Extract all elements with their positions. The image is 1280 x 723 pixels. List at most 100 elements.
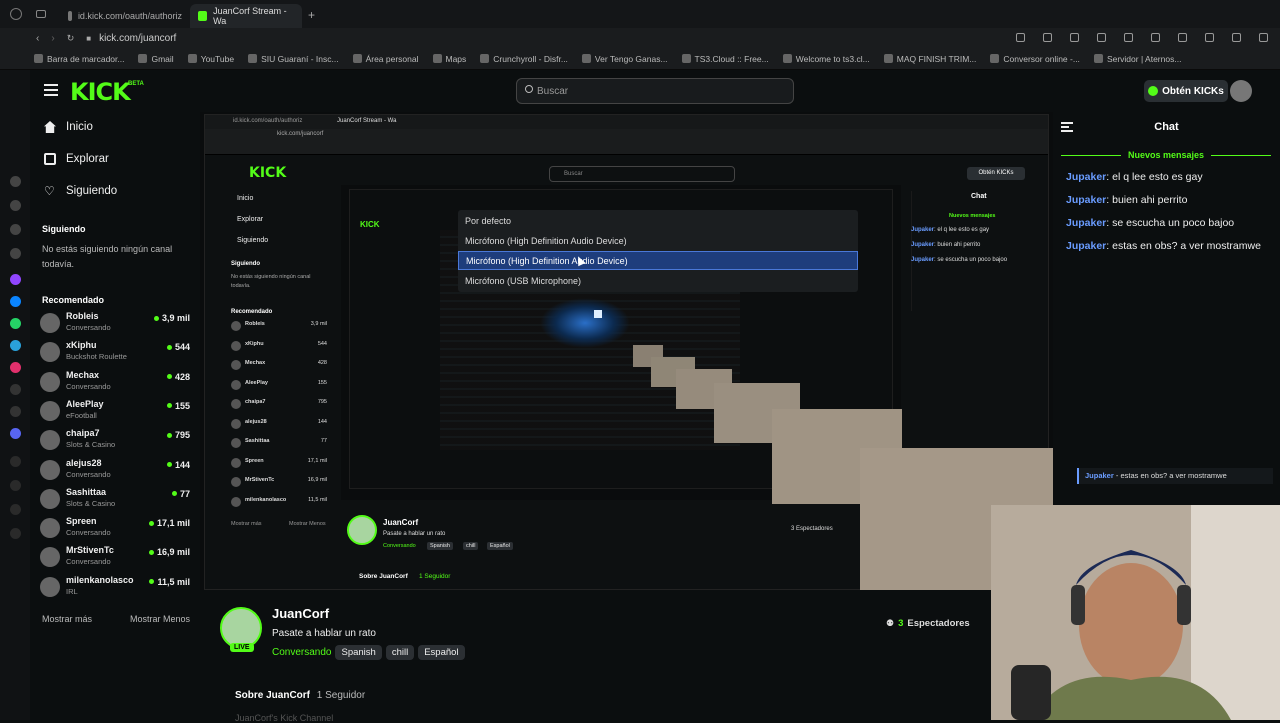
bookmark-item[interactable]: Servidor | Aternos...	[1093, 54, 1181, 64]
whatsapp-icon[interactable]	[10, 318, 21, 329]
reload-icon[interactable]: ↻	[67, 33, 75, 44]
streamer-name[interactable]: JuanCorf	[272, 606, 329, 621]
nav-home[interactable]: Inicio	[44, 121, 93, 133]
search-input[interactable]: Buscar	[516, 78, 794, 104]
extension-icon[interactable]	[1016, 33, 1025, 42]
menu-icon[interactable]	[1259, 33, 1268, 42]
bookmark-item[interactable]: SIU Guaraní - Insc...	[248, 54, 339, 64]
recommended-channel[interactable]: milenkanolasco IRL 11,5 mil	[40, 575, 190, 603]
bookmark-item[interactable]: TS3.Cloud :: Free...	[681, 54, 769, 64]
messenger-icon[interactable]	[10, 296, 21, 307]
recommended-channel[interactable]: Mechax Conversando 428	[40, 370, 190, 398]
user-avatar[interactable]	[1230, 80, 1252, 102]
app-icon[interactable]	[10, 456, 21, 467]
stream-category[interactable]: Conversando	[272, 647, 331, 658]
chat-username[interactable]: Jupaker	[1066, 194, 1106, 206]
tag-chill[interactable]: chill	[385, 645, 415, 660]
live-dot-icon	[153, 315, 159, 321]
live-dot-icon	[166, 403, 172, 409]
twitch-icon[interactable]	[10, 274, 21, 285]
url-field[interactable]: kick.com/juancorf	[99, 33, 176, 44]
nav-explore[interactable]: Explorar	[44, 153, 109, 165]
tiktok-icon[interactable]	[10, 384, 21, 395]
bookmark-item[interactable]: Crunchyroll - Disfr...	[480, 54, 568, 64]
chat-username[interactable]: Jupaker	[1066, 240, 1106, 252]
show-more-button[interactable]: Mostrar más	[42, 614, 92, 624]
app-icon[interactable]	[10, 224, 21, 235]
bookmark-item[interactable]: Ver Tengo Ganas...	[581, 54, 668, 64]
tag-espanol[interactable]: Español	[418, 645, 465, 660]
chat-title: Chat	[1154, 121, 1179, 133]
bookmark-item[interactable]: Maps	[432, 54, 466, 64]
channel-avatar	[40, 313, 60, 333]
kick-logo[interactable]: KICK	[70, 78, 131, 106]
nav-following[interactable]: ♡ Siguiendo	[44, 185, 117, 197]
settings-icon[interactable]	[10, 528, 21, 539]
instagram-icon[interactable]	[10, 362, 21, 373]
recommended-channel[interactable]: Sashittaa Slots & Casino 77	[40, 487, 190, 515]
new-messages-divider: Nuevos mensajes	[1061, 150, 1271, 162]
hamburger-menu-icon[interactable]	[44, 84, 58, 96]
extension-icon[interactable]	[1043, 33, 1052, 42]
discord-icon[interactable]	[10, 428, 21, 439]
extensions-icon[interactable]	[1151, 33, 1160, 42]
heart-icon[interactable]	[1124, 33, 1133, 42]
video-player[interactable]: id.kick.com/oauth/authoriz JuanCorf Stre…	[200, 112, 1053, 590]
app-icon[interactable]	[10, 248, 21, 259]
new-tab-button[interactable]: +	[308, 8, 315, 22]
microphone-option[interactable]: Micrófono (High Definition Audio Device)	[458, 251, 858, 270]
telegram-icon[interactable]	[10, 340, 21, 351]
recommended-channel[interactable]: MrStivenTc Conversando 16,9 mil	[40, 545, 190, 573]
sidebar-app-strip	[0, 70, 30, 720]
show-less-button[interactable]: Mostrar Menos	[130, 614, 190, 624]
microphone-option[interactable]: Por defecto	[458, 211, 858, 230]
about-subtitle: JuanCorf's Kick Channel	[235, 713, 334, 723]
tab-oauth[interactable]: id.kick.com/oauth/authoriz	[60, 4, 190, 28]
bookmark-icon	[352, 54, 362, 63]
play-icon[interactable]	[1097, 33, 1106, 42]
bookmark-item[interactable]: Área personal	[352, 54, 419, 64]
ai-icon[interactable]	[1232, 33, 1241, 42]
browser-menu-icon[interactable]	[10, 8, 22, 20]
app-icon[interactable]	[10, 176, 21, 187]
bookmark-item[interactable]: Barra de marcador...	[34, 54, 124, 64]
x-icon[interactable]	[10, 406, 21, 417]
download-icon[interactable]	[1205, 33, 1214, 42]
get-kicks-button[interactable]: Obtén KICKs	[1144, 80, 1228, 102]
channel-avatar	[40, 488, 60, 509]
microphone-dropdown[interactable]: Por defecto Micrófono (High Definition Au…	[458, 210, 858, 292]
bookmark-icon	[1093, 54, 1103, 63]
webcam-overlay	[991, 505, 1280, 720]
recommended-channel[interactable]: Robleis Conversando 3,9 mil	[40, 311, 190, 339]
tag-spanish[interactable]: Spanish	[335, 645, 382, 660]
extension-icon[interactable]	[1070, 33, 1079, 42]
chat-username[interactable]: Jupaker	[1066, 217, 1106, 229]
forward-icon[interactable]: ›	[51, 33, 54, 44]
bookmark-icon	[681, 54, 691, 63]
tab-actions-icon[interactable]	[36, 10, 46, 18]
recommended-channel[interactable]: AleePlay eFootball 155	[40, 399, 190, 427]
microphone-option[interactable]: Micrófono (High Definition Audio Device)	[458, 231, 858, 250]
bookmark-item[interactable]: Welcome to ts3.cl...	[782, 54, 870, 64]
microphone-option[interactable]: Micrófono (USB Microphone)	[458, 271, 858, 290]
live-dot-icon	[149, 579, 155, 585]
bookmark-item[interactable]: MAQ FINISH TRIM...	[883, 54, 976, 64]
tab-juancorf-stream[interactable]: JuanCorf Stream - Wa	[190, 4, 302, 28]
bookmark-item[interactable]: Conversor online -...	[990, 54, 1080, 64]
channel-avatar	[40, 547, 60, 568]
chat-username[interactable]: Jupaker	[1066, 171, 1106, 183]
bookmark-item[interactable]: Gmail	[138, 54, 174, 64]
profile-icon[interactable]	[1178, 33, 1187, 42]
back-icon[interactable]: ‹	[36, 33, 39, 44]
app-icon[interactable]	[10, 504, 21, 515]
recommended-channel[interactable]: Spreen Conversando 17,1 mil	[40, 516, 190, 544]
recommended-channel[interactable]: xKiphu Buckshot Roulette 544	[40, 340, 190, 368]
home-icon	[44, 121, 56, 133]
app-icon[interactable]	[10, 200, 21, 211]
beta-label: BETA	[128, 81, 144, 87]
bookmark-item[interactable]: YouTube	[187, 54, 234, 64]
recommended-channel[interactable]: chaipa7 Slots & Casino 795	[40, 428, 190, 456]
viewer-count: 3,9 mil	[153, 313, 190, 323]
recommended-channel[interactable]: alejus28 Conversando 144	[40, 458, 190, 486]
app-icon[interactable]	[10, 480, 21, 491]
